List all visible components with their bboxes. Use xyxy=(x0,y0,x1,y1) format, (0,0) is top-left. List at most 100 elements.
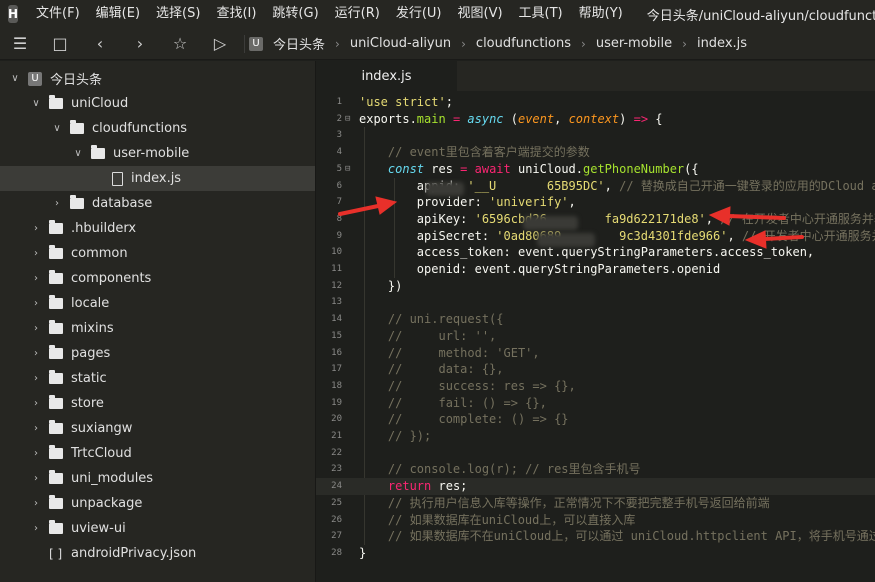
code-line[interactable]: 10 access_token: event.queryStringParame… xyxy=(316,244,875,261)
tab-index-js[interactable]: index.js xyxy=(316,61,457,91)
tree-item[interactable]: › uview-ui xyxy=(0,516,315,541)
code-line[interactable]: 5 ⊟ const res = await uniCloud.getPhoneNu… xyxy=(316,161,875,178)
tree-item[interactable]: › components xyxy=(0,266,315,291)
code-line[interactable]: 8 apiKey: '6596cbd26 fa9d622171de8', // … xyxy=(316,211,875,228)
tree-item-label: mixins xyxy=(71,321,114,336)
breadcrumb-cloudfunctions[interactable]: cloudfunctions xyxy=(476,36,571,51)
line-number: 25 xyxy=(331,497,342,508)
code-line[interactable]: 6 appid: '__U 65B95DC', // 替换成自己开通一键登录的应… xyxy=(316,178,875,195)
tree-item[interactable]: ∨ U 今日头条 xyxy=(0,66,315,91)
breadcrumb-project[interactable]: 今日头条 xyxy=(273,34,325,53)
code-line[interactable]: 9 apiSecret: '0ad80689 9c3d4301fde966', … xyxy=(316,228,875,245)
tree-item[interactable]: › TrtcCloud xyxy=(0,441,315,466)
code-text: // uni.request({ xyxy=(359,311,504,328)
redaction-blur xyxy=(426,182,464,196)
tree-item[interactable]: ∨ uniCloud xyxy=(0,91,315,116)
code-line[interactable]: 28} xyxy=(316,545,875,562)
folder-icon xyxy=(49,95,63,109)
menu-item[interactable]: 视图(V) xyxy=(450,0,511,28)
save-all-icon[interactable]: ☰ xyxy=(0,28,40,59)
tree-item[interactable]: index.js xyxy=(0,166,315,191)
code-line[interactable]: 17 // data: {}, xyxy=(316,361,875,378)
code-token: { xyxy=(648,111,663,126)
chevron-right-icon: › xyxy=(34,248,38,259)
code-line[interactable]: 22 xyxy=(316,445,875,462)
menu-item[interactable]: 工具(T) xyxy=(511,0,571,28)
code-line[interactable]: 21 // }); xyxy=(316,428,875,445)
breadcrumb-unicloud[interactable]: uniCloud-aliyun xyxy=(350,36,451,51)
chevron-right-icon: › xyxy=(34,223,38,234)
tree-item[interactable]: › pages xyxy=(0,341,315,366)
tree-item[interactable]: › unpackage xyxy=(0,491,315,516)
code-line[interactable]: 3 xyxy=(316,127,875,144)
code-line[interactable]: 15 // url: '', xyxy=(316,328,875,345)
code-editor[interactable]: 1'use strict'; 2 ⊟ exports.main = async (ev… xyxy=(316,91,875,582)
tree-item[interactable]: › mixins xyxy=(0,316,315,341)
tree-item-label: suxiangw xyxy=(71,421,133,436)
code-line[interactable]: 19 // fail: () => {}, xyxy=(316,395,875,412)
code-line[interactable]: 1 'use strict'; xyxy=(316,94,875,111)
code-text: // 执行用户信息入库等操作，正常情况下不要把完整手机号返回给前端 xyxy=(359,495,770,512)
code-line[interactable]: 26 // 如果数据库在uniCloud上，可以直接入库 xyxy=(316,512,875,529)
code-text: // fail: () => {}, xyxy=(359,395,547,412)
code-line[interactable]: 7 provider: 'univerify', xyxy=(316,194,875,211)
code-text: // 如果数据库不在uniCloud上，可以通过 uniCloud.httpcl… xyxy=(359,528,875,545)
code-line[interactable]: 14 // uni.request({ xyxy=(316,311,875,328)
tree-item-label: 今日头条 xyxy=(50,73,103,88)
code-line[interactable]: 25 // 执行用户信息入库等操作，正常情况下不要把完整手机号返回给前端 xyxy=(316,495,875,512)
code-line[interactable]: 4 // event里包含着客户端提交的参数 xyxy=(316,144,875,161)
menu-item[interactable]: 文件(F) xyxy=(28,0,88,28)
forward-icon[interactable]: › xyxy=(120,28,160,59)
tree-item[interactable]: › store xyxy=(0,391,315,416)
tree-item[interactable]: › uni_modules xyxy=(0,466,315,491)
chevron-right-icon: › xyxy=(55,198,59,209)
run-icon[interactable]: ▷ xyxy=(200,28,240,59)
tree-item[interactable]: › static xyxy=(0,366,315,391)
code-line[interactable]: 12 }) xyxy=(316,278,875,295)
back-icon[interactable]: ‹ xyxy=(80,28,120,59)
code-token: event xyxy=(517,111,555,126)
fold-icon[interactable]: ⊟ xyxy=(345,111,350,128)
code-token: access_token: event.queryStringParameter… xyxy=(359,245,815,260)
tree-item[interactable]: [ ] androidPrivacy.json xyxy=(0,541,315,566)
code-line[interactable]: 23 // console.log(r); // res里包含手机号 xyxy=(316,461,875,478)
window-title: 今日头条/uniCloud-aliyun/cloudfunctions/us xyxy=(646,8,875,24)
menu-item[interactable]: 发行(U) xyxy=(388,0,450,28)
menu-item[interactable]: 运行(R) xyxy=(327,0,388,28)
code-text: return res; xyxy=(359,478,467,495)
tree-item[interactable]: › locale xyxy=(0,291,315,316)
tree-item-label: unpackage xyxy=(71,496,143,511)
code-line[interactable]: 16 // method: 'GET', xyxy=(316,345,875,362)
menu-item[interactable]: 编辑(E) xyxy=(88,0,148,28)
code-line[interactable]: 20 // complete: () => {} xyxy=(316,411,875,428)
file-tree: ∨ U 今日头条 ∨ uniCloud ∨ cloudfunctions ∨ user-mobi… xyxy=(0,61,315,566)
code-token: // event里包含着客户端提交的参数 xyxy=(359,145,590,160)
breadcrumb-user-mobile[interactable]: user-mobile xyxy=(596,36,672,51)
tree-item[interactable]: ∨ cloudfunctions xyxy=(0,116,315,141)
code-line[interactable]: 24 return res; xyxy=(316,478,875,496)
code-line[interactable]: 11 openid: event.queryStringParameters.o… xyxy=(316,261,875,278)
code-token: // fail: () => {}, xyxy=(359,395,547,410)
code-line[interactable]: 27 // 如果数据库不在uniCloud上，可以通过 uniCloud.htt… xyxy=(316,528,875,545)
menu-item[interactable]: 跳转(G) xyxy=(264,0,326,28)
breadcrumb-file[interactable]: index.js xyxy=(697,36,747,51)
tree-item[interactable]: › database xyxy=(0,191,315,216)
tree-item[interactable]: › .hbuilderx xyxy=(0,216,315,241)
code-line[interactable]: 13 xyxy=(316,294,875,311)
fold-icon[interactable]: ⊟ xyxy=(345,161,350,178)
tree-item-label: database xyxy=(92,196,153,211)
menu-item[interactable]: 选择(S) xyxy=(148,0,208,28)
tree-item[interactable]: › suxiangw xyxy=(0,416,315,441)
code-line[interactable]: 18 // success: res => {}, xyxy=(316,378,875,395)
save-icon[interactable]: □ xyxy=(40,28,80,59)
tree-item[interactable]: › common xyxy=(0,241,315,266)
menu-item[interactable]: 帮助(Y) xyxy=(571,0,631,28)
tree-item[interactable]: ∨ user-mobile xyxy=(0,141,315,166)
tree-item-label: .hbuilderx xyxy=(71,221,137,236)
chevron-right-icon: › xyxy=(335,36,340,51)
code-line[interactable]: 2 ⊟ exports.main = async (event, context) … xyxy=(316,111,875,128)
menu-item[interactable]: 查找(I) xyxy=(208,0,264,28)
star-icon[interactable]: ☆ xyxy=(160,28,200,59)
